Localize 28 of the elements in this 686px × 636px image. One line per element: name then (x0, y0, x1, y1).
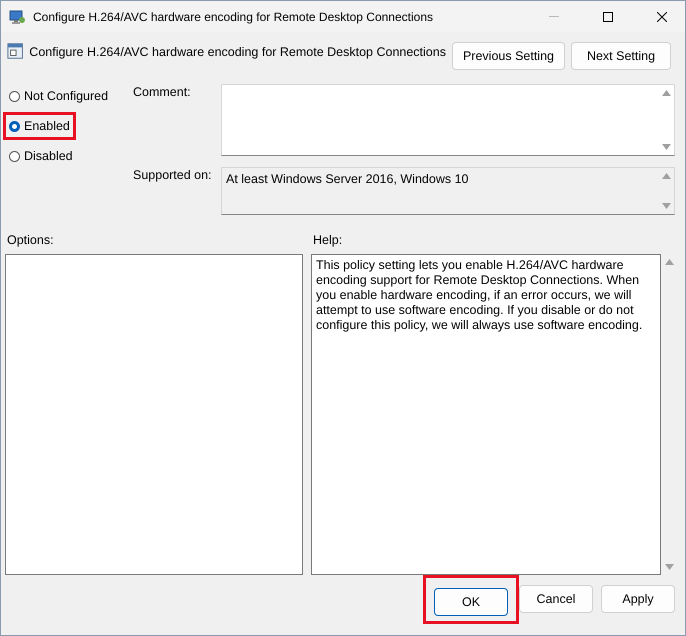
supported-on-label: Supported on: (133, 167, 213, 184)
help-label: Help: (313, 232, 342, 249)
scroll-down-icon[interactable] (662, 144, 670, 150)
radio-label[interactable]: Disabled (24, 149, 73, 163)
nav-button[interactable]: Next Setting (571, 42, 671, 70)
policy-setting-icon (7, 42, 24, 60)
radio-button[interactable] (9, 120, 20, 132)
radio-label[interactable]: Enabled (24, 119, 70, 133)
scroll-down-icon[interactable] (664, 564, 674, 570)
supported-on-field: At least Windows Server 2016, Windows 10 (221, 167, 675, 215)
help-text: This policy setting lets you enable H.264/AVC hardware encoding support for Remote Desktop Connections. When you enable hardware encoding, if an error occurs, we will attempt to use software encoding. If you disable or do not configure this policy, we will always use software encoding. (311, 254, 661, 575)
dialog-button[interactable]: Cancel (519, 585, 593, 613)
radio-button[interactable] (9, 150, 20, 162)
nav-button[interactable]: Previous Setting (452, 42, 565, 70)
radio-button[interactable] (9, 90, 20, 102)
comment-field[interactable] (221, 84, 675, 156)
scroll-up-icon[interactable] (662, 173, 670, 179)
radio-label[interactable]: Not Configured (24, 89, 108, 103)
dialog-button[interactable]: OK (434, 588, 508, 616)
scroll-up-icon[interactable] (664, 259, 674, 265)
setting-title: Configure H.264/AVC hardware encoding for Remote Desktop Connections (29, 44, 446, 59)
scroll-down-icon[interactable] (662, 203, 670, 209)
window-title: Configure H.264/AVC hardware encoding for Remote Desktop Connections (33, 10, 434, 24)
comment-label: Comment: (133, 84, 192, 101)
dialog-button[interactable]: Apply (601, 585, 675, 613)
options-label: Options: (7, 232, 55, 249)
scroll-up-icon[interactable] (662, 90, 670, 96)
computer-icon (9, 8, 25, 24)
